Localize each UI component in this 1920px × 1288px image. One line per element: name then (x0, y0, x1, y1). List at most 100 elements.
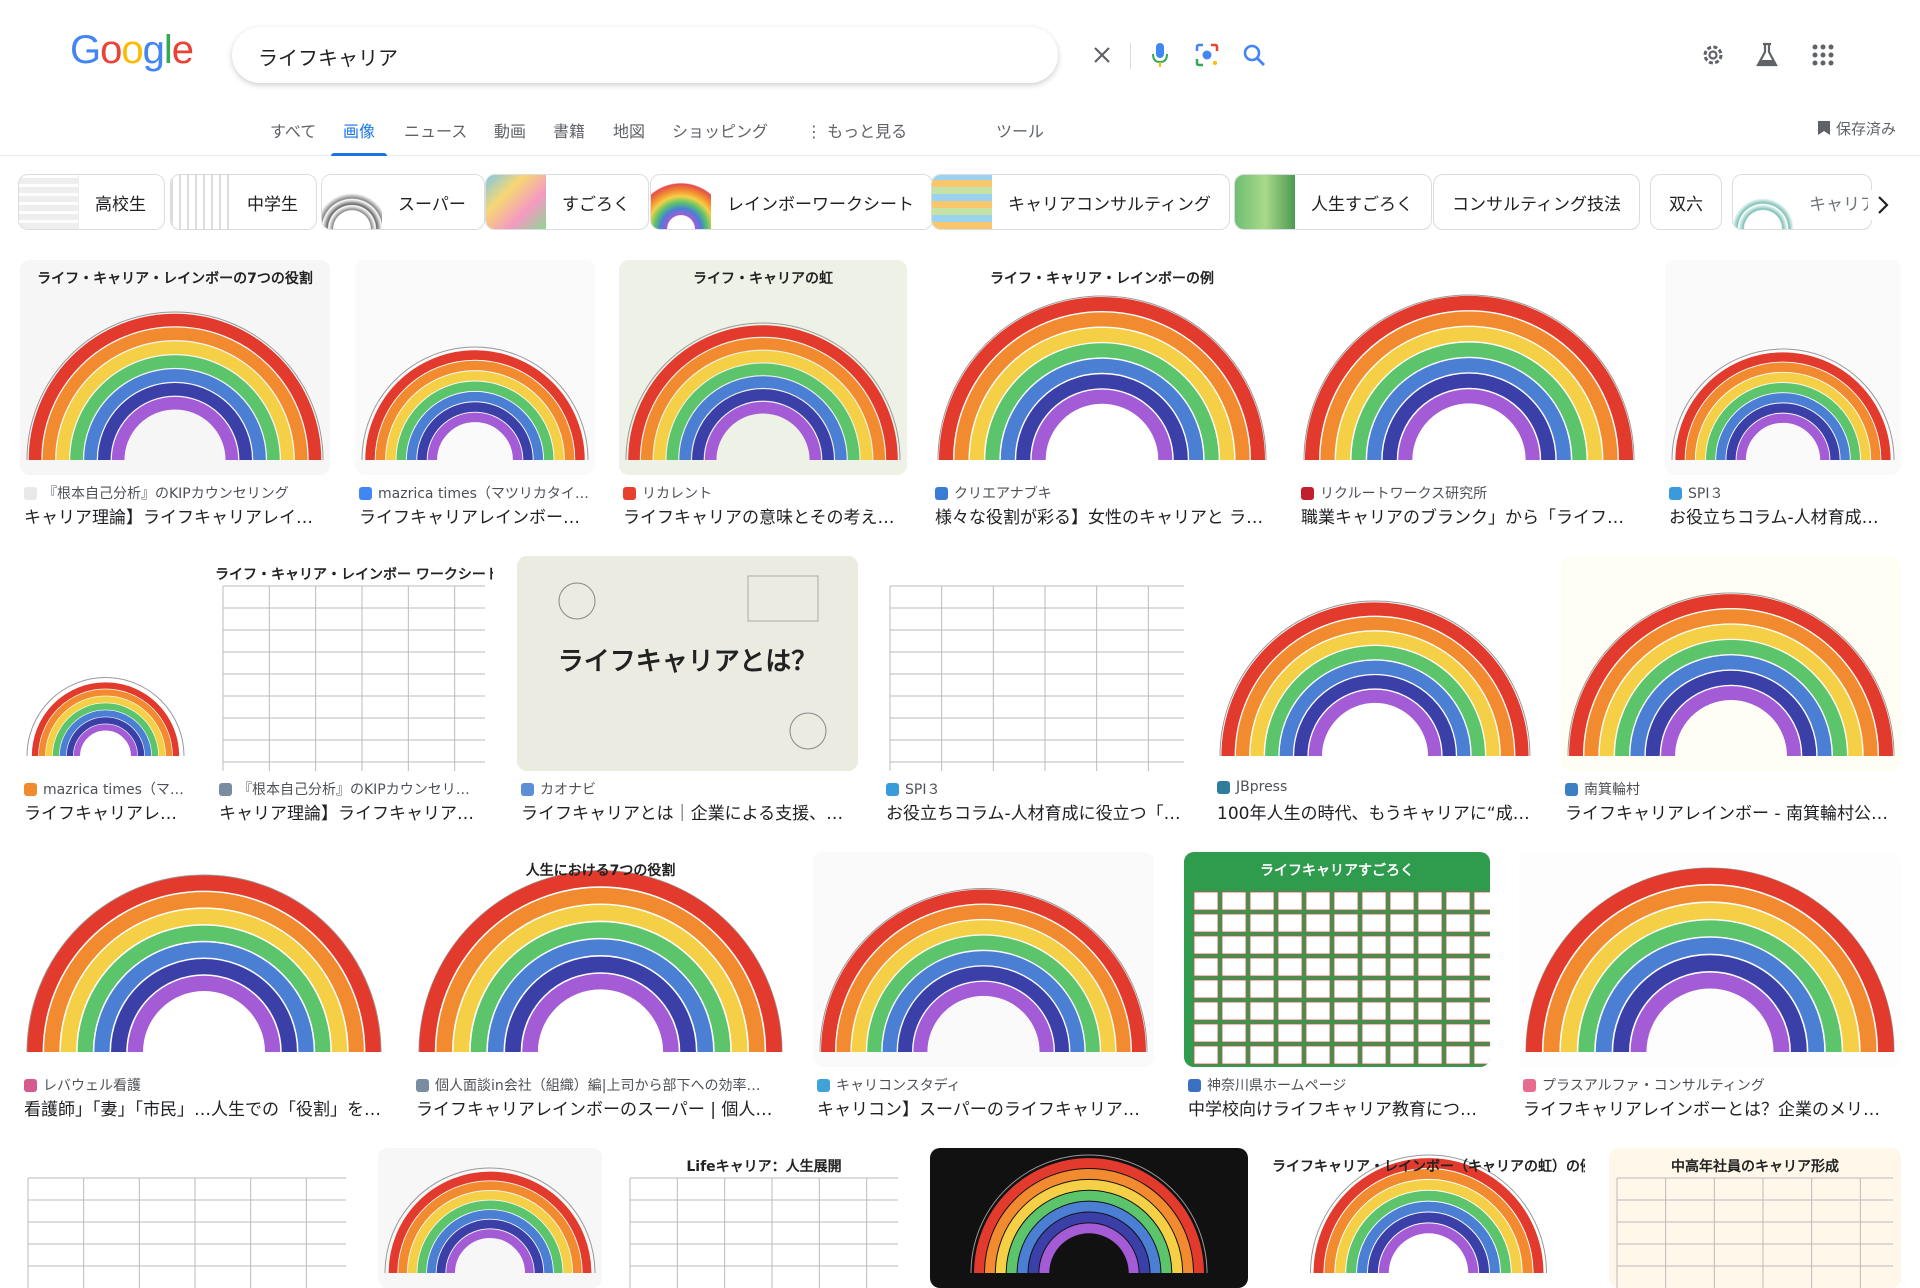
chip-rainbow-worksheet[interactable]: レインボーワークシート (650, 174, 933, 230)
chip-thumbnail (932, 175, 992, 229)
thumbnail-caption: ライフキャリアとは？ (557, 647, 818, 677)
result-source[interactable]: 『根本自己分析』のKIPカウンセリ… (219, 779, 489, 799)
result-thumbnail[interactable]: ライフ・キャリア・レインボーの例 (931, 260, 1273, 475)
result-source[interactable]: 神奈川県ホームページ (1188, 1075, 1486, 1095)
chip-sugoroku[interactable]: すごろく (485, 174, 649, 230)
result-title[interactable]: 中学校向けライフキャリア教育につい… (1188, 1095, 1486, 1120)
chip-high-school[interactable]: 高校生 (18, 174, 165, 230)
result-title[interactable]: ライフキャリアレインボー… (359, 503, 591, 528)
result-title[interactable]: 看護師」「妻」「市民」…人生での「役割」を… (24, 1095, 384, 1120)
tab-more[interactable]: ⋮ もっと見る (806, 118, 907, 156)
result-source[interactable]: mazrica times（マツリカタイ… (359, 483, 591, 503)
tab-shopping[interactable]: ショッピング (672, 118, 768, 156)
result-title[interactable]: キャリコン】スーパーのライフキャリア… (817, 1095, 1150, 1120)
result-thumbnail[interactable]: 中高年社員のキャリア形成 (1609, 1148, 1901, 1288)
lens-icon[interactable] (1193, 41, 1221, 69)
chevron-right-icon[interactable] (1868, 190, 1898, 220)
thumbnail-caption: ライフ・キャリアの虹 (693, 271, 833, 287)
result-title[interactable]: ライフキャリアレ… (24, 799, 187, 824)
result-title[interactable]: 様々な役割が彩る】女性のキャリアと ラ… (935, 503, 1269, 528)
result-thumbnail[interactable] (1665, 260, 1901, 475)
tab-videos[interactable]: 動画 (494, 118, 526, 156)
microphone-icon[interactable] (1146, 41, 1174, 69)
search-box[interactable]: ライフキャリア (232, 27, 1265, 83)
result-source[interactable]: SPI３ (1669, 483, 1897, 503)
result-title[interactable]: お役立ちコラム-人材育成… (1669, 503, 1897, 528)
chip-consulting-skills[interactable]: コンサルティング技法 (1433, 174, 1640, 230)
result-thumbnail[interactable] (930, 1148, 1248, 1288)
result-thumbnail[interactable] (1213, 556, 1537, 771)
result-thumbnail[interactable] (355, 260, 595, 475)
result-thumbnail[interactable] (20, 852, 388, 1067)
result-thumbnail[interactable]: ライフ・キャリア・レインボーの7つの役割 (20, 260, 330, 475)
chip-career-consulting[interactable]: キャリアコンサルティング (931, 174, 1230, 230)
result-source[interactable]: レバウェル看護 (24, 1075, 384, 1095)
site-favicon-icon (1523, 1078, 1536, 1092)
result-source[interactable]: 個人面談in会社（組織）編|上司から部下への効率… (416, 1075, 785, 1095)
thumbnail-caption: ライフ・キャリア・レインボーの例 (990, 271, 1214, 287)
header: Google ライフキャリア (0, 0, 1920, 110)
result-thumbnail[interactable] (378, 1148, 602, 1288)
settings-icon[interactable] (1698, 40, 1728, 70)
result-thumbnail[interactable]: 人生における7つの役割 (412, 852, 789, 1067)
clear-icon[interactable] (1088, 41, 1116, 69)
result-thumbnail[interactable]: ライフキャリアとは？ (517, 556, 858, 771)
result-thumbnail[interactable]: Lifeキャリア：人生展開 (622, 1148, 906, 1288)
result-title[interactable]: キャリア理論】ライフキャリアレイ… (24, 503, 326, 528)
thumbnail-image (619, 260, 907, 475)
tab-images[interactable]: 画像 (330, 118, 388, 156)
labs-flask-icon[interactable] (1752, 40, 1782, 70)
tab-books[interactable]: 書籍 (553, 118, 585, 156)
site-favicon-icon (623, 486, 636, 500)
result-thumbnail[interactable] (1297, 260, 1641, 475)
result-source[interactable]: SPI３ (886, 779, 1188, 799)
result-title[interactable]: 100年人生の時代、もうキャリアに“成… (1217, 799, 1533, 824)
result-thumbnail[interactable] (1561, 556, 1901, 771)
result-thumbnail[interactable] (20, 1148, 354, 1288)
result-title[interactable]: ライフキャリアの意味とその考え… (623, 503, 903, 528)
tab-news[interactable]: ニュース (404, 118, 467, 156)
site-favicon-icon (416, 1078, 429, 1092)
apps-grid-icon[interactable] (1808, 40, 1838, 70)
result-title[interactable]: ライフキャリアレインボーのスーパー | 個人面… (416, 1095, 785, 1120)
thumbnail-image (931, 260, 1273, 475)
chip-sugoroku-kanji[interactable]: 双六 (1650, 174, 1722, 230)
google-logo[interactable]: Google (70, 28, 194, 73)
result-thumbnail[interactable]: ライフキャリアすごろく (1184, 852, 1490, 1067)
result-thumbnail[interactable] (813, 852, 1154, 1067)
result-thumbnail[interactable]: ライフ・キャリア・レインボー ワークシート (215, 556, 493, 771)
result-source[interactable]: リカレント (623, 483, 903, 503)
result-source[interactable]: プラスアルファ・コンサルティング (1523, 1075, 1897, 1095)
chip-life-sugoroku[interactable]: 人生すごろく (1234, 174, 1432, 230)
chip-thumbnail (1235, 175, 1295, 229)
result-source[interactable]: リクルートワークス研究所 (1301, 483, 1637, 503)
result-source[interactable]: 『根本自己分析』のKIPカウンセリング (24, 483, 326, 503)
tab-tools[interactable]: ツール (996, 118, 1044, 156)
chip-super[interactable]: スーパー (321, 174, 485, 230)
result-source[interactable]: JBpress (1217, 779, 1533, 795)
result-title[interactable]: ライフキャリアレインボー - 南箕輪村公… (1565, 799, 1897, 824)
result-thumbnail[interactable] (882, 556, 1192, 771)
result-source[interactable]: クリエアナブキ (935, 483, 1269, 503)
result-source[interactable]: mazrica times（マ… (24, 779, 187, 799)
result-thumbnail[interactable]: ライフキャリア・レインボー（キャリアの虹）の例 (1272, 1148, 1585, 1288)
search-input[interactable]: ライフキャリア (258, 42, 398, 71)
thumbnail-caption: 中高年社員のキャリア形成 (1671, 1159, 1839, 1175)
tab-all[interactable]: すべて (270, 118, 316, 156)
result-thumbnail[interactable] (20, 556, 191, 771)
result-source[interactable]: カオナビ (521, 779, 854, 799)
result-source[interactable]: 南箕輪村 (1565, 779, 1897, 799)
result-title[interactable]: 職業キャリアのブランク」から「ライフ… (1301, 503, 1637, 528)
result-title[interactable]: ライフキャリアレインボーとは？企業のメリ… (1523, 1095, 1897, 1120)
result-title[interactable]: キャリア理論】ライフキャリア… (219, 799, 489, 824)
result-title[interactable]: お役立ちコラム-人材育成に役立つ「… (886, 799, 1188, 824)
result-source[interactable]: キャリコンスタディ (817, 1075, 1150, 1095)
result-thumbnail[interactable]: ライフ・キャリアの虹 (619, 260, 907, 475)
result-thumbnail[interactable] (1519, 852, 1901, 1067)
saved-link[interactable]: 保存済み (1817, 118, 1896, 139)
tab-maps[interactable]: 地図 (613, 118, 645, 156)
search-icon[interactable] (1240, 41, 1268, 69)
chip-junior-high[interactable]: 中学生 (170, 174, 317, 230)
result-title[interactable]: ライフキャリアとは｜企業による支援、… (521, 799, 854, 824)
chip-career[interactable]: キャリア (1732, 174, 1872, 230)
